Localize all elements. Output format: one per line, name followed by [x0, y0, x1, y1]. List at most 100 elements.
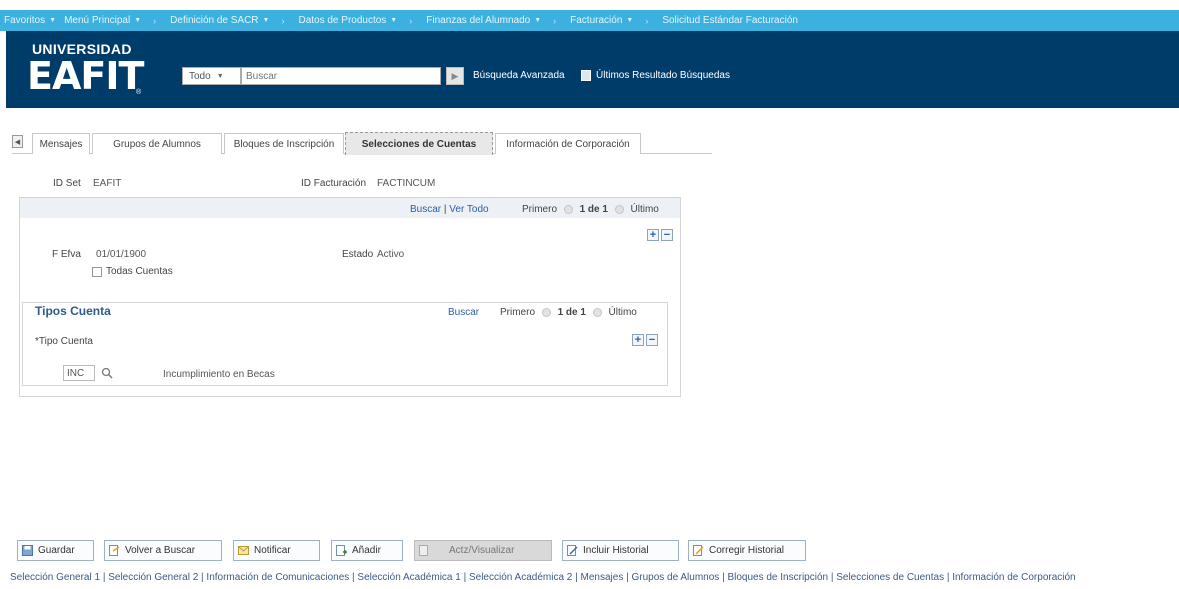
nav-product-data-label: Datos de Productos [298, 15, 387, 26]
inner-pager: Buscar [448, 307, 479, 318]
account-type-code-value: INC [67, 367, 85, 379]
update-display-icon [419, 545, 428, 556]
tab-account-selections[interactable]: Selecciones de Cuentas [345, 132, 493, 155]
advanced-search-link[interactable]: Búsqueda Avanzada [473, 70, 565, 81]
account-types-grid: Tipos Cuenta Buscar Primero 1 de 1 Últim… [22, 302, 668, 386]
add-button[interactable]: Añadir [331, 540, 403, 561]
nav-sacr-definition[interactable]: Definición de SACR ▼ › [170, 15, 294, 26]
notify-icon [238, 546, 249, 555]
save-icon [22, 545, 33, 556]
nav-billing[interactable]: Facturación ▼ › [570, 15, 658, 26]
correct-history-icon [693, 545, 704, 556]
pager-find-link[interactable]: Buscar [410, 204, 441, 215]
chevron-down-icon: ▼ [390, 17, 398, 24]
recent-results-icon [581, 70, 591, 81]
nav-favorites-label: Favoritos [4, 15, 46, 26]
chevron-down-icon: ▼ [134, 17, 142, 24]
next-arrow-icon[interactable] [592, 307, 602, 317]
inner-count: 1 de 1 [557, 307, 586, 318]
nav-standard-billing-request-label: Solicitud Estándar Facturación [662, 15, 798, 26]
notify-button[interactable]: Notificar [233, 540, 320, 561]
all-accounts-label: Todas Cuentas [106, 266, 173, 277]
nav-student-finance[interactable]: Finanzas del Alumnado ▼ › [426, 15, 566, 26]
add-row-button[interactable]: + [647, 229, 659, 241]
nav-product-data[interactable]: Datos de Productos ▼ › [298, 15, 422, 26]
tab-corporate-info-label: Información de Corporación [506, 138, 630, 150]
chevron-left-icon[interactable]: ◀ [12, 135, 23, 148]
include-history-button[interactable]: Incluir Historial [562, 540, 679, 561]
breadcrumb-separator-icon: › [553, 15, 557, 26]
logo-registered-mark: ® [136, 89, 142, 96]
account-types-title: Tipos Cuenta [35, 304, 111, 318]
nav-main-menu[interactable]: Menú Principal ▼ › [64, 15, 166, 26]
breadcrumb-separator-icon: › [645, 15, 649, 26]
tab-student-groups-label: Grupos de Alumnos [113, 138, 201, 150]
save-button[interactable]: Guardar [17, 540, 94, 561]
delete-row-button[interactable]: − [661, 229, 673, 241]
include-history-icon [567, 545, 578, 556]
search-scope-value: Todo [189, 70, 211, 82]
bottom-page-links[interactable]: Selección General 1 | Selección General … [10, 572, 1076, 583]
tab-strip: ◀ Mensajes Grupos de Alumnos Bloques de … [12, 131, 712, 155]
tab-account-selections-label: Selecciones de Cuentas [361, 138, 477, 150]
update-display-button[interactable]: Actz/Visualizar [414, 540, 552, 561]
inner-first-label[interactable]: Primero [500, 307, 535, 318]
nav-main-menu-label: Menú Principal [64, 15, 131, 26]
nav-standard-billing-request[interactable]: Solicitud Estándar Facturación [662, 15, 798, 26]
correct-history-button[interactable]: Corregir Historial [688, 540, 806, 561]
lookup-search-icon[interactable] [101, 367, 113, 379]
pager-last-label[interactable]: Último [631, 204, 659, 215]
chevron-down-icon: ▼ [626, 17, 634, 24]
pager-first-label[interactable]: Primero [522, 204, 557, 215]
chevron-down-icon: ▼ [262, 17, 270, 24]
add-button-label: Añadir [352, 545, 381, 556]
include-history-label: Incluir Historial [583, 545, 649, 556]
status-label: Estado [342, 249, 374, 260]
pager-view-all-link[interactable]: Ver Todo [449, 204, 488, 215]
status-value: Activo [377, 249, 405, 260]
logo-eafit: EAFIT [27, 54, 144, 98]
effdt-label: F Efva [52, 249, 81, 260]
setid-label: ID Set [53, 178, 81, 189]
setid-value: EAFIT [93, 178, 122, 189]
nav-sacr-definition-label: Definición de SACR [170, 15, 259, 26]
update-display-label: Actz/Visualizar [449, 545, 515, 556]
tab-student-groups[interactable]: Grupos de Alumnos [92, 133, 222, 154]
tab-enrollment-blocks[interactable]: Bloques de Inscripción [224, 133, 344, 154]
nav-favorites[interactable]: Favoritos ▼ [4, 15, 60, 26]
search-go-button[interactable]: ▶ [446, 67, 464, 85]
effdt-value: 01/01/1900 [96, 249, 147, 260]
inner-pager-nav: Primero 1 de 1 Último [500, 307, 637, 318]
return-search-icon [109, 545, 120, 556]
all-accounts-checkbox[interactable] [92, 267, 102, 277]
breadcrumb-separator-icon: › [153, 15, 157, 26]
return-to-search-label: Volver a Buscar [125, 545, 196, 556]
account-type-description: Incumplimiento en Becas [163, 369, 275, 380]
tab-messages[interactable]: Mensajes [32, 133, 90, 154]
tab-corporate-info[interactable]: Información de Corporación [495, 133, 641, 154]
return-to-search-button[interactable]: Volver a Buscar [104, 540, 222, 561]
add-account-type-button[interactable]: + [632, 334, 644, 346]
next-arrow-icon[interactable] [614, 204, 624, 214]
previous-arrow-icon[interactable] [563, 204, 573, 214]
breadcrumb-separator-icon: › [409, 15, 413, 26]
tab-messages-label: Mensajes [39, 138, 83, 150]
account-type-code-field[interactable]: INC [63, 365, 95, 381]
billing-id-value: FACTINCUM [377, 178, 436, 189]
previous-arrow-icon[interactable] [541, 307, 551, 317]
inner-find-link[interactable]: Buscar [448, 307, 479, 318]
delete-account-type-button[interactable]: − [646, 334, 658, 346]
last-search-results-link[interactable]: Últimos Resultado Búsquedas [596, 70, 730, 81]
arrow-right-icon: ▶ [451, 70, 459, 81]
search-scope-select[interactable]: Todo ▼ [182, 67, 241, 85]
search-input[interactable] [241, 67, 441, 85]
inner-last-label[interactable]: Último [609, 307, 637, 318]
pager-nav: Primero 1 de 1 Último [522, 204, 659, 215]
top-navigation-bar: Favoritos ▼ Menú Principal ▼ › Definició… [0, 10, 1179, 31]
nav-student-finance-label: Finanzas del Alumnado [426, 15, 531, 26]
notify-button-label: Notificar [254, 545, 291, 556]
pager-count: 1 de 1 [579, 204, 608, 215]
account-type-label: *Tipo Cuenta [35, 336, 93, 347]
chevron-down-icon: ▼ [49, 17, 57, 24]
add-icon [336, 545, 347, 556]
